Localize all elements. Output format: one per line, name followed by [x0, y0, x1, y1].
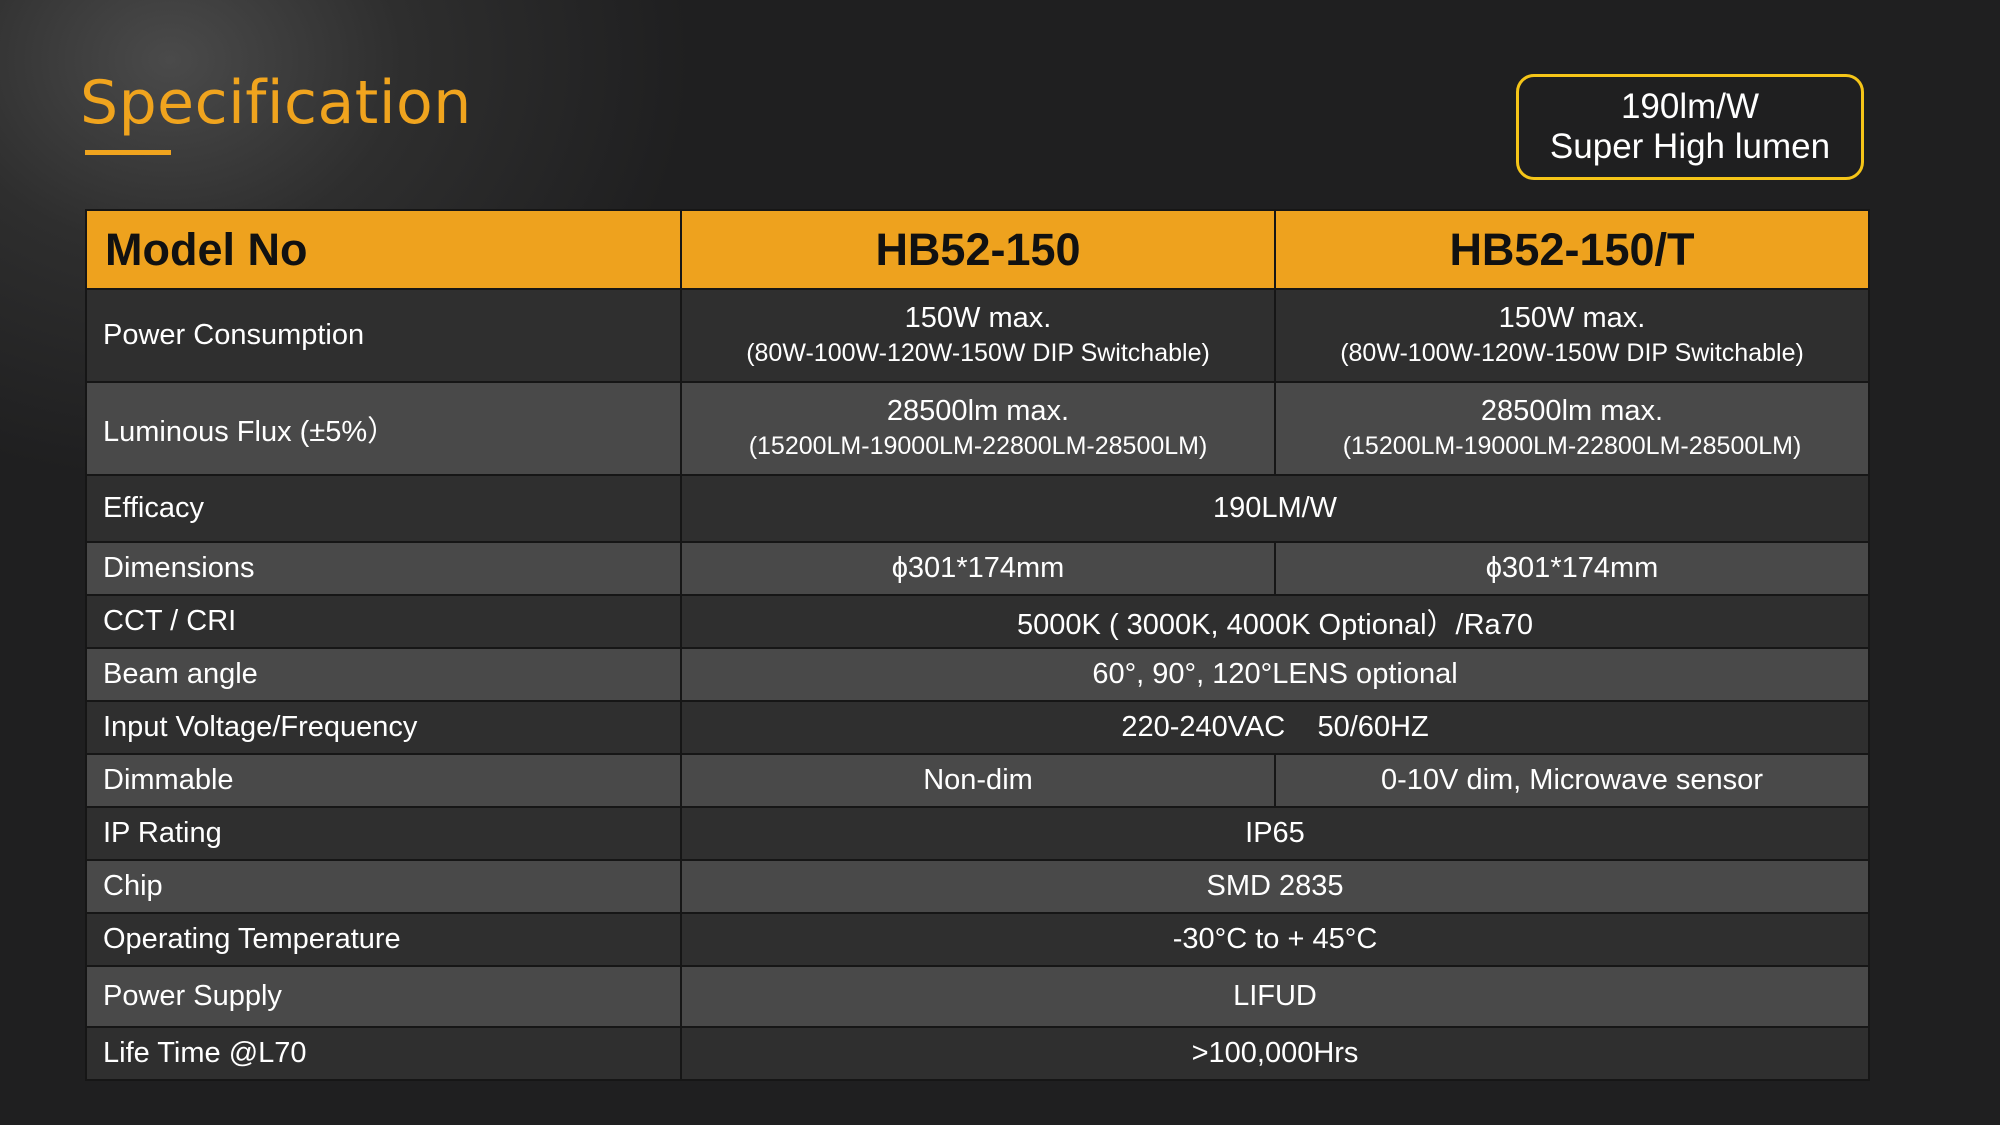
header-hb52-150-t: HB52-150/T — [1274, 209, 1870, 290]
row-life-time: Life Time @L70 >100,000Hrs — [85, 1026, 1870, 1081]
row-label: Power Supply — [85, 965, 682, 1028]
row-label: Dimensions — [85, 541, 682, 596]
cell-main: 150W max. — [904, 301, 1052, 334]
row-label: CCT / CRI — [85, 594, 682, 649]
row-label: Luminous Flux (±5%） — [85, 381, 682, 476]
row-luminous-flux: Luminous Flux (±5%） 28500lm max. (15200L… — [85, 381, 1870, 476]
header-model-no: Model No — [85, 209, 682, 290]
row-label: IP Rating — [85, 806, 682, 861]
table-cell: 60°, 90°, 120°LENS optional — [680, 647, 1870, 702]
cell-main: 28500lm max. — [886, 394, 1070, 427]
table-cell: ϕ301*174mm — [680, 541, 1276, 596]
efficacy-badge: 190lm/W Super High lumen — [1516, 74, 1864, 180]
spec-table: Model No HB52-150 HB52-150/T Power Consu… — [85, 209, 1870, 1081]
row-label: Life Time @L70 — [85, 1026, 682, 1081]
table-cell: 150W max. (80W-100W-120W-150W DIP Switch… — [1274, 288, 1870, 383]
row-dimensions: Dimensions ϕ301*174mm ϕ301*174mm — [85, 541, 1870, 596]
row-label: Chip — [85, 859, 682, 914]
row-label: Efficacy — [85, 474, 682, 543]
table-cell: 0-10V dim, Microwave sensor — [1274, 753, 1870, 808]
page-title: Specification — [80, 68, 472, 138]
row-label: Power Consumption — [85, 288, 682, 383]
table-cell: ϕ301*174mm — [1274, 541, 1870, 596]
table-cell: IP65 — [680, 806, 1870, 861]
row-label: Dimmable — [85, 753, 682, 808]
row-label: Input Voltage/Frequency — [85, 700, 682, 755]
table-cell: >100,000Hrs — [680, 1026, 1870, 1081]
row-label: Operating Temperature — [85, 912, 682, 967]
cell-sub: (15200LM-19000LM-22800LM-28500LM) — [1342, 431, 1802, 460]
table-cell: SMD 2835 — [680, 859, 1870, 914]
table-cell: Non-dim — [680, 753, 1276, 808]
table-cell: LIFUD — [680, 965, 1870, 1028]
row-label: Beam angle — [85, 647, 682, 702]
row-ip-rating: IP Rating IP65 — [85, 806, 1870, 861]
cell-main: 28500lm max. — [1480, 394, 1664, 427]
row-efficacy: Efficacy 190LM/W — [85, 474, 1870, 543]
row-power-consumption: Power Consumption 150W max. (80W-100W-12… — [85, 288, 1870, 383]
cell-sub: (15200LM-19000LM-22800LM-28500LM) — [748, 431, 1208, 460]
badge-line-1: 190lm/W — [1620, 87, 1760, 126]
table-cell: 150W max. (80W-100W-120W-150W DIP Switch… — [680, 288, 1276, 383]
badge-line-2: Super High lumen — [1549, 127, 1831, 166]
row-power-supply: Power Supply LIFUD — [85, 965, 1870, 1028]
row-chip: Chip SMD 2835 — [85, 859, 1870, 914]
row-input-voltage: Input Voltage/Frequency 220-240VAC 50/60… — [85, 700, 1870, 755]
row-operating-temperature: Operating Temperature -30°C to + 45°C — [85, 912, 1870, 967]
row-dimmable: Dimmable Non-dim 0-10V dim, Microwave se… — [85, 753, 1870, 808]
table-cell: 220-240VAC 50/60HZ — [680, 700, 1870, 755]
cell-sub: (80W-100W-120W-150W DIP Switchable) — [1340, 338, 1804, 367]
row-beam-angle: Beam angle 60°, 90°, 120°LENS optional — [85, 647, 1870, 702]
cell-sub: (80W-100W-120W-150W DIP Switchable) — [746, 338, 1210, 367]
header-hb52-150: HB52-150 — [680, 209, 1276, 290]
cell-main: 150W max. — [1498, 301, 1646, 334]
title-underline — [85, 150, 171, 155]
table-cell: 28500lm max. (15200LM-19000LM-22800LM-28… — [680, 381, 1276, 476]
table-header-row: Model No HB52-150 HB52-150/T — [85, 209, 1870, 290]
table-cell: -30°C to + 45°C — [680, 912, 1870, 967]
row-cct-cri: CCT / CRI 5000K ( 3000K, 4000K Optional）… — [85, 594, 1870, 649]
table-cell: 5000K ( 3000K, 4000K Optional）/Ra70 — [680, 594, 1870, 649]
table-cell: 190LM/W — [680, 474, 1870, 543]
table-cell: 28500lm max. (15200LM-19000LM-22800LM-28… — [1274, 381, 1870, 476]
